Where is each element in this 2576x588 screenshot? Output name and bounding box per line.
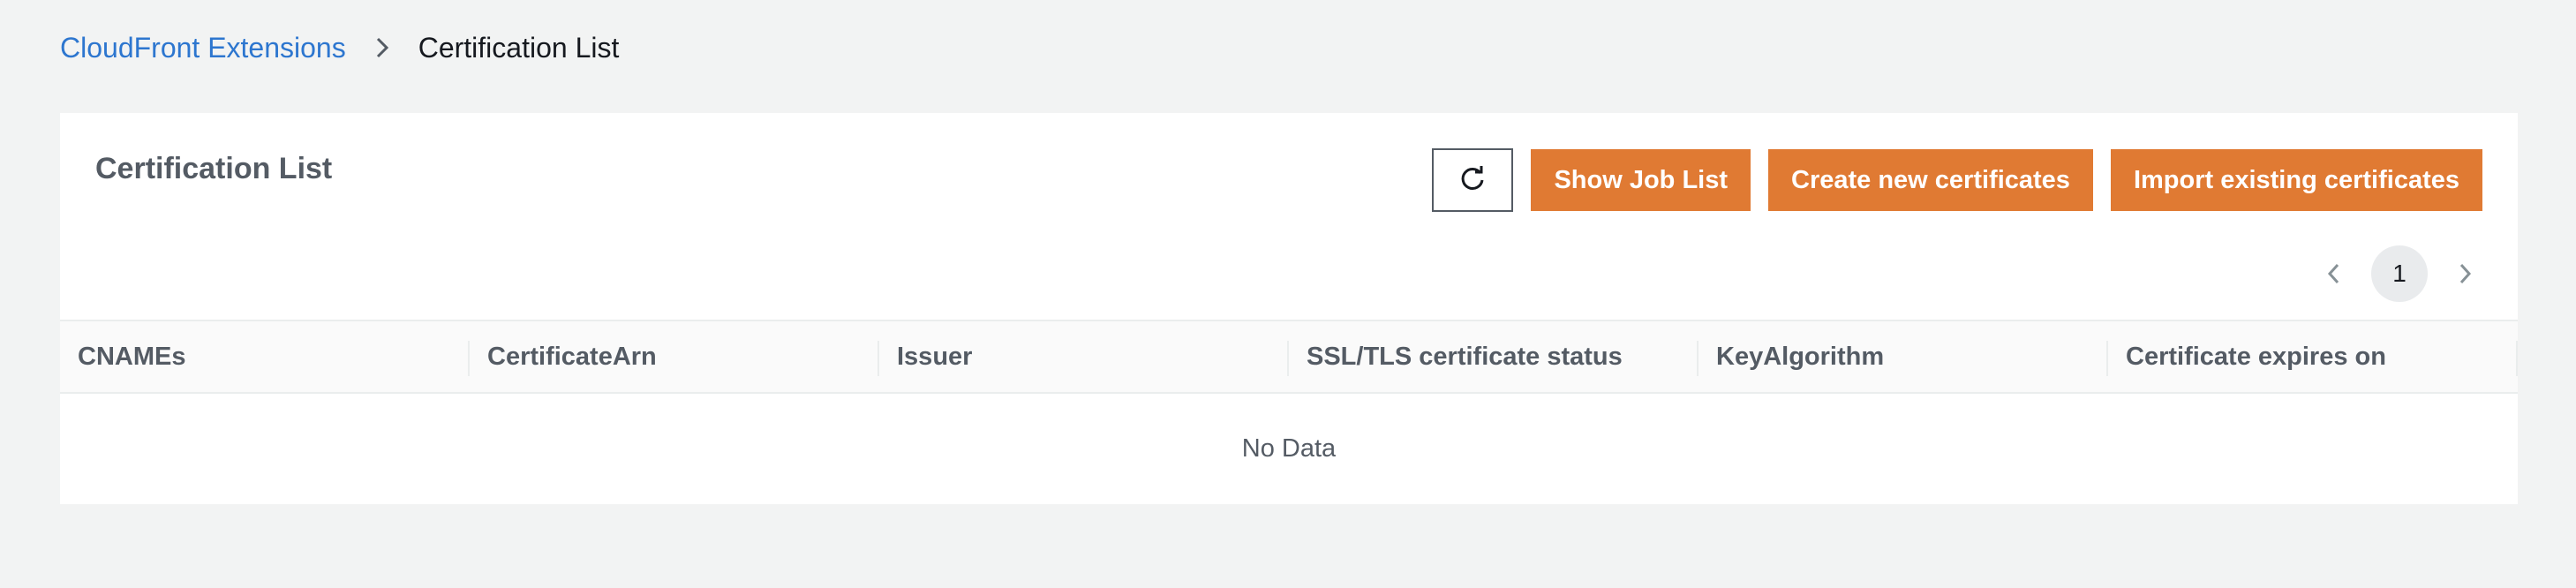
import-existing-certificates-button[interactable]: Import existing certificates <box>2110 149 2482 211</box>
column-header-key-algorithm[interactable]: KeyAlgorithm <box>1699 321 2108 392</box>
pagination: 1 <box>2316 245 2482 302</box>
table-header: CNAMEs CertificateArn Issuer SSL/TLS cer… <box>60 320 2518 394</box>
chevron-left-icon[interactable] <box>2316 245 2352 302</box>
breadcrumb-current: Certification List <box>418 31 620 64</box>
breadcrumb: CloudFront Extensions Certification List <box>60 30 619 65</box>
refresh-icon <box>1457 164 1488 197</box>
header-actions: Show Job List Create new certificates Im… <box>1432 148 2482 212</box>
certification-list-panel: Certification List Show Job List Create … <box>60 113 2518 504</box>
chevron-right-icon <box>346 30 418 65</box>
column-header-cnames[interactable]: CNAMEs <box>60 321 470 392</box>
column-header-certificate-arn[interactable]: CertificateArn <box>470 321 879 392</box>
refresh-button[interactable] <box>1432 148 1514 212</box>
create-new-certificates-button[interactable]: Create new certificates <box>1768 149 2093 211</box>
column-header-ssl-tls-status[interactable]: SSL/TLS certificate status <box>1289 321 1699 392</box>
chevron-right-icon[interactable] <box>2447 245 2482 302</box>
page-number[interactable]: 1 <box>2371 245 2428 302</box>
column-header-issuer[interactable]: Issuer <box>879 321 1289 392</box>
empty-state: No Data <box>1241 434 1337 463</box>
breadcrumb-link-cloudfront-extensions[interactable]: CloudFront Extensions <box>60 32 346 64</box>
show-job-list-button[interactable]: Show Job List <box>1531 149 1751 211</box>
page-title: Certification List <box>95 152 333 185</box>
column-header-expires-on[interactable]: Certificate expires on <box>2108 321 2518 392</box>
